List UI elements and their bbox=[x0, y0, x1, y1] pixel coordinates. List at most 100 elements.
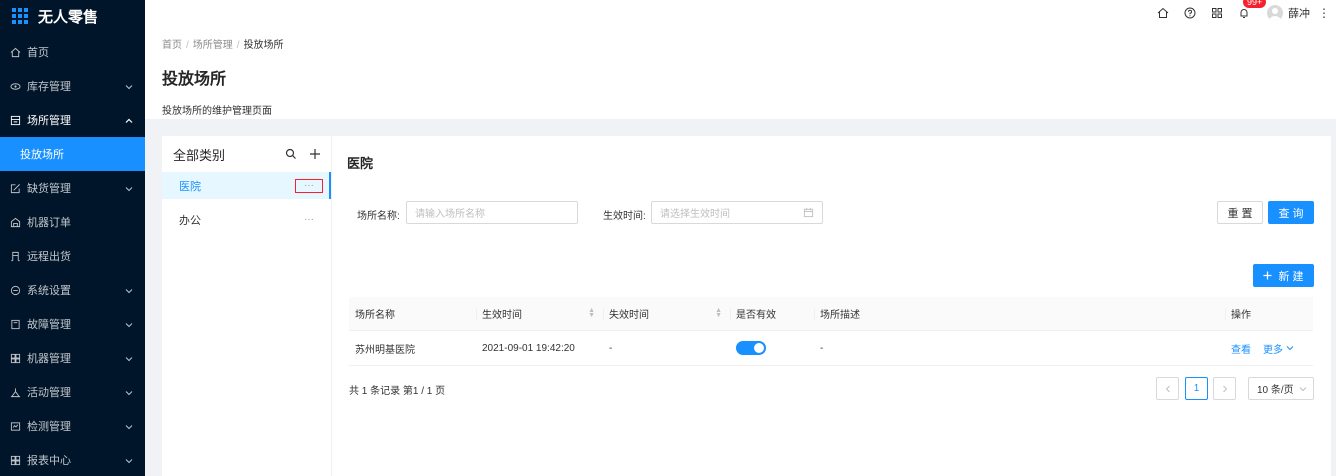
name-filter-placeholder: 请输入场所名称 bbox=[415, 209, 485, 220]
home-icon[interactable] bbox=[1156, 6, 1170, 20]
more-link[interactable]: 更多 bbox=[1263, 341, 1283, 356]
chevron-down-icon bbox=[125, 456, 133, 464]
more-horizontal-icon[interactable]: ··· bbox=[295, 213, 323, 227]
column-header-desc: 场所描述 bbox=[814, 297, 1225, 330]
sidebar-item-machine-orders[interactable]: 机器订单 bbox=[0, 205, 145, 239]
sidebar-item-label: 远程出货 bbox=[27, 251, 71, 263]
time-filter-placeholder: 请选择生效时间 bbox=[660, 209, 730, 220]
column-header-start[interactable]: 生效时间 ▲ ▼ bbox=[476, 297, 603, 330]
calendar-icon bbox=[803, 207, 814, 221]
cell-actions: 查看 更多 bbox=[1225, 331, 1313, 365]
breadcrumb-current: 投放场所 bbox=[243, 40, 284, 51]
breadcrumb-location[interactable]: 场所管理 bbox=[193, 40, 233, 51]
sidebar-item-label: 系统设置 bbox=[27, 285, 71, 297]
sort-icon[interactable]: ▲ ▼ bbox=[715, 307, 722, 319]
sidebar-item-detect[interactable]: 检测管理 bbox=[0, 409, 145, 443]
bell-icon[interactable]: 99+ bbox=[1237, 0, 1267, 20]
sidebar-item-label: 场所管理 bbox=[27, 115, 71, 127]
sidebar-item-stockout[interactable]: 缺货管理 bbox=[0, 171, 145, 205]
sidebar-item-fault[interactable]: 故障管理 bbox=[0, 307, 145, 341]
home-icon bbox=[9, 46, 21, 58]
tree-header: 全部类别 bbox=[162, 136, 331, 172]
remote-icon bbox=[9, 250, 21, 262]
table-header: 场所名称 生效时间 ▲ ▼ 失效时间 ▲ ▼ 是否有效 场所描述 操作 bbox=[349, 297, 1313, 331]
sidebar-item-inventory[interactable]: 库存管理 bbox=[0, 69, 145, 103]
sidebar-item-report[interactable]: 报表中心 bbox=[0, 443, 145, 476]
tree-node-office[interactable]: 办公 ··· bbox=[162, 206, 331, 233]
username[interactable]: 薛冲 bbox=[1288, 5, 1310, 21]
chevron-down-icon bbox=[125, 354, 133, 362]
breadcrumb-separator: / bbox=[186, 40, 189, 51]
valid-toggle[interactable] bbox=[736, 341, 766, 355]
sidebar-item-home[interactable]: 首页 bbox=[0, 35, 145, 69]
content-card: 全部类别 医院 ··· 办公 ··· 医院 场所名称: 请输入场所名称 生效时间… bbox=[162, 136, 1331, 476]
tree-node-label: 办公 bbox=[179, 214, 201, 227]
notification-badge: 99+ bbox=[1243, 0, 1267, 8]
inventory-icon bbox=[9, 80, 21, 92]
pagination-info: 共 1 条记录 第1 / 1 页 bbox=[349, 386, 446, 397]
column-header-label: 失效时间 bbox=[609, 310, 649, 321]
table-row: 苏州明基医院 2021-09-01 19:42:20 - - 查看 更多 bbox=[349, 331, 1313, 366]
column-header-valid: 是否有效 bbox=[730, 297, 814, 330]
grid-logo-icon bbox=[12, 8, 28, 24]
sidebar-item-label: 检测管理 bbox=[27, 421, 71, 433]
chevron-down-icon[interactable] bbox=[1286, 344, 1294, 352]
help-icon[interactable] bbox=[1183, 6, 1197, 20]
app-logo[interactable]: 无人零售 bbox=[0, 0, 145, 32]
column-header-end[interactable]: 失效时间 ▲ ▼ bbox=[603, 297, 730, 330]
report-icon bbox=[9, 454, 21, 466]
sidebar-item-label: 投放场所 bbox=[20, 149, 64, 161]
plus-icon bbox=[1263, 271, 1273, 280]
sidebar-item-remote-ship[interactable]: 远程出货 bbox=[0, 239, 145, 273]
sidebar-item-system-settings[interactable]: 系统设置 bbox=[0, 273, 145, 307]
app-title: 无人零售 bbox=[38, 8, 99, 26]
top-header: 99+ 薛冲 ⋮ bbox=[145, 0, 1336, 26]
sidebar-item-label: 故障管理 bbox=[27, 319, 71, 331]
create-button[interactable]: 新 建 bbox=[1253, 264, 1314, 287]
chevron-up-icon bbox=[125, 116, 133, 124]
order-icon bbox=[9, 216, 21, 228]
view-link[interactable]: 查看 bbox=[1231, 341, 1251, 356]
cell-desc: - bbox=[820, 342, 824, 354]
location-icon bbox=[9, 114, 21, 126]
breadcrumb-separator: / bbox=[236, 40, 240, 51]
page-1-button[interactable]: 1 bbox=[1185, 377, 1208, 400]
sidebar-item-label: 首页 bbox=[27, 47, 49, 59]
chevron-down-icon bbox=[125, 388, 133, 396]
sidebar-item-label: 活动管理 bbox=[27, 387, 71, 399]
sidebar-item-label: 机器订单 bbox=[27, 217, 71, 229]
apps-icon[interactable] bbox=[1210, 6, 1224, 20]
stockout-icon bbox=[9, 182, 21, 194]
page-title: 投放场所 bbox=[162, 71, 227, 88]
more-vertical-icon[interactable]: ⋮ bbox=[1318, 6, 1330, 20]
main-panel: 医院 场所名称: 请输入场所名称 生效时间: 请选择生效时间 重 置 查 询 新… bbox=[347, 136, 1331, 476]
next-page-button[interactable] bbox=[1213, 377, 1236, 400]
time-filter-input[interactable]: 请选择生效时间 bbox=[651, 201, 823, 224]
add-icon[interactable] bbox=[309, 148, 321, 160]
sort-icon[interactable]: ▲ ▼ bbox=[588, 307, 595, 319]
query-button[interactable]: 查 询 bbox=[1268, 201, 1314, 224]
reset-button[interactable]: 重 置 bbox=[1217, 201, 1263, 224]
sidebar-item-label: 库存管理 bbox=[27, 81, 71, 93]
search-icon[interactable] bbox=[285, 148, 297, 160]
cell-valid bbox=[730, 331, 814, 365]
sidebar-item-placement[interactable]: 投放场所 bbox=[0, 137, 145, 171]
name-filter-input[interactable]: 请输入场所名称 bbox=[406, 201, 578, 224]
avatar[interactable] bbox=[1267, 5, 1283, 21]
settings-icon bbox=[9, 284, 21, 296]
sidebar-item-machine[interactable]: 机器管理 bbox=[0, 341, 145, 375]
page-size-select[interactable]: 10 条/页 bbox=[1248, 377, 1314, 400]
cell-start: 2021-09-01 19:42:20 bbox=[482, 342, 575, 354]
chevron-right-icon bbox=[1221, 385, 1229, 393]
tree-node-hospital[interactable]: 医院 ··· bbox=[162, 172, 331, 199]
chevron-down-icon bbox=[1299, 385, 1307, 393]
sidebar-item-activity[interactable]: 活动管理 bbox=[0, 375, 145, 409]
prev-page-button[interactable] bbox=[1156, 377, 1179, 400]
more-horizontal-icon[interactable]: ··· bbox=[295, 178, 323, 193]
breadcrumb-home[interactable]: 首页 bbox=[162, 40, 182, 51]
sidebar: 无人零售 首页 库存管理 场所管理 投放场所 缺货管理 机器订单 远程出货 系统… bbox=[0, 0, 145, 476]
chevron-left-icon bbox=[1164, 385, 1172, 393]
chevron-down-icon bbox=[125, 286, 133, 294]
sidebar-item-location[interactable]: 场所管理 bbox=[0, 103, 145, 137]
column-header-name: 场所名称 bbox=[355, 310, 395, 321]
